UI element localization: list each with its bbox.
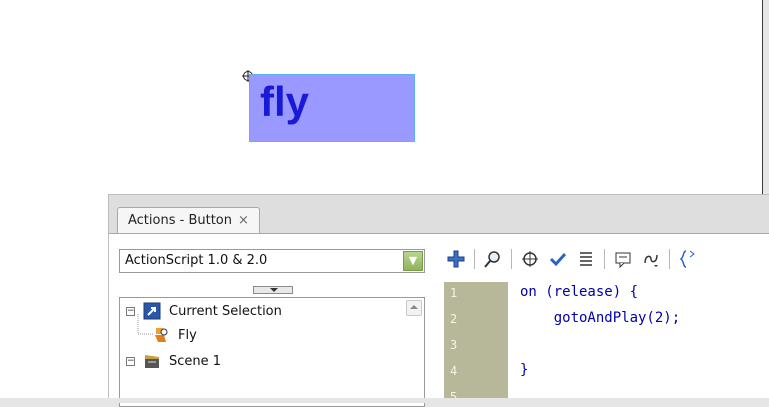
language-select-value: ActionScript 1.0 & 2.0 (125, 253, 268, 268)
collapse-icon[interactable]: − (126, 356, 135, 366)
tree-item-fly[interactable]: Fly (152, 324, 197, 346)
actions-panel-body: ActionScript 1.0 & 2.0 ▼ − Current Selec… (109, 233, 769, 407)
toolbar-separator (511, 249, 512, 269)
line-number: 1 (450, 286, 458, 300)
bottom-strip (0, 398, 769, 403)
tree-item-scene-1[interactable]: − Scene 1 (126, 350, 221, 372)
tab-label: Actions - Button (128, 213, 232, 228)
code-line[interactable]: gotoAndPlay(2); (520, 310, 680, 326)
tree-label-fly: Fly (178, 327, 197, 343)
insert-target-path-icon[interactable] (518, 247, 542, 271)
debug-options-icon[interactable] (639, 247, 663, 271)
scroll-up-icon[interactable] (406, 300, 422, 316)
collapse-braces-icon[interactable] (676, 247, 700, 271)
tab-actions-button[interactable]: Actions - Button × (117, 207, 260, 234)
toolbar-separator (669, 249, 670, 269)
script-navigator: − Current Selection Fly − Scene 1 (119, 297, 425, 407)
collapse-icon[interactable]: − (126, 306, 135, 316)
fly-button-label: fly (260, 78, 310, 125)
code-hint-icon[interactable] (611, 247, 635, 271)
line-number: 2 (450, 312, 458, 326)
actions-toolbar (444, 244, 700, 274)
toolbar-separator (604, 249, 605, 269)
line-number-gutter: 1 2 3 4 5 (444, 282, 508, 404)
tree-connector-line (137, 314, 154, 335)
code-line[interactable]: } (520, 362, 528, 378)
toolbar-separator (474, 249, 475, 269)
close-icon[interactable]: × (238, 208, 249, 234)
line-number: 3 (450, 338, 458, 352)
add-script-icon[interactable] (444, 247, 468, 271)
line-number: 4 (450, 364, 458, 378)
tree-label-scene-1: Scene 1 (169, 353, 222, 369)
toolbox-collapse-handle[interactable] (253, 286, 293, 294)
auto-format-icon[interactable] (574, 247, 598, 271)
language-select[interactable]: ActionScript 1.0 & 2.0 ▼ (119, 249, 425, 273)
fly-button-symbol[interactable]: fly (249, 74, 415, 142)
script-editor[interactable]: 1 2 3 4 5 on (release) { gotoAndPlay(2);… (444, 282, 769, 404)
actions-panel: Actions - Button × ActionScript 1.0 & 2.… (108, 194, 769, 407)
tree-label-current-selection: Current Selection (169, 303, 282, 319)
find-icon[interactable] (481, 247, 505, 271)
code-line[interactable]: on (release) { (520, 284, 638, 300)
chevron-down-icon[interactable]: ▼ (403, 251, 423, 271)
scene-clapper-icon (145, 355, 159, 368)
check-syntax-icon[interactable] (546, 247, 570, 271)
